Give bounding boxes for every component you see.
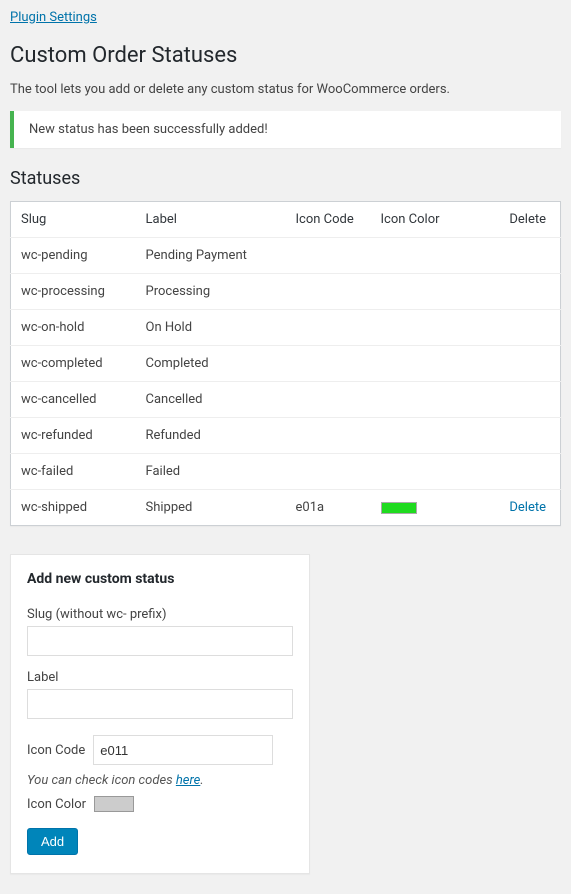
cell-slug: wc-processing [11,274,136,310]
success-notice: New status has been successfully added! [10,111,561,148]
cell-icon-code [286,274,371,310]
cell-icon-color [371,346,456,382]
plugin-settings-link[interactable]: Plugin Settings [10,10,97,25]
cell-slug: wc-cancelled [11,382,136,418]
cell-label: Failed [136,454,286,490]
table-row: wc-failedFailed [11,454,561,490]
cell-delete [456,346,561,382]
cell-label: Refunded [136,418,286,454]
table-row: wc-cancelledCancelled [11,382,561,418]
cell-icon-color [371,490,456,526]
cell-delete [456,382,561,418]
table-row: wc-pendingPending Payment [11,238,561,274]
page-title: Custom Order Statuses [10,43,561,68]
add-button[interactable]: Add [27,828,78,855]
cell-icon-code [286,310,371,346]
table-row: wc-completedCompleted [11,346,561,382]
icon-code-label: Icon Code [27,743,85,758]
cell-icon-color [371,418,456,454]
cell-icon-code [286,382,371,418]
cell-slug: wc-shipped [11,490,136,526]
cell-delete [456,418,561,454]
label-input[interactable] [27,689,293,719]
cell-delete [456,454,561,490]
cell-icon-code [286,346,371,382]
cell-icon-color [371,274,456,310]
label-label: Label [27,670,293,685]
table-row: wc-processingProcessing [11,274,561,310]
cell-icon-color [371,238,456,274]
cell-slug: wc-on-hold [11,310,136,346]
statuses-heading: Statuses [10,168,561,189]
icon-code-input[interactable] [93,735,273,765]
table-row: wc-refundedRefunded [11,418,561,454]
cell-label: Shipped [136,490,286,526]
cell-delete [456,238,561,274]
page-description: The tool lets you add or delete any cust… [10,82,561,97]
cell-slug: wc-failed [11,454,136,490]
table-row: wc-shippedShippede01a Delete [11,490,561,526]
cell-label: Cancelled [136,382,286,418]
cell-label: Processing [136,274,286,310]
icon-color-input[interactable] [94,796,134,812]
statuses-table: Slug Label Icon Code Icon Color Delete w… [10,201,561,526]
icon-codes-hint: You can check icon codes here. [27,773,293,788]
icon-codes-link[interactable]: here [176,773,200,788]
cell-label: Pending Payment [136,238,286,274]
col-header-label: Label [136,202,286,238]
cell-slug: wc-refunded [11,418,136,454]
delete-link[interactable]: Delete [509,500,546,515]
cell-icon-code: e01a [286,490,371,526]
add-status-heading: Add new custom status [27,571,293,587]
cell-label: On Hold [136,310,286,346]
icon-color-label: Icon Color [27,797,86,812]
cell-icon-code [286,418,371,454]
cell-delete [456,310,561,346]
table-row: wc-on-holdOn Hold [11,310,561,346]
col-header-slug: Slug [11,202,136,238]
slug-label: Slug (without wc- prefix) [27,607,293,622]
cell-icon-code [286,238,371,274]
add-status-panel: Add new custom status Slug (without wc- … [10,554,310,874]
col-header-icon-code: Icon Code [286,202,371,238]
cell-slug: wc-completed [11,346,136,382]
cell-label: Completed [136,346,286,382]
col-header-delete: Delete [456,202,561,238]
cell-icon-color [371,454,456,490]
cell-slug: wc-pending [11,238,136,274]
cell-icon-color [371,310,456,346]
slug-input[interactable] [27,626,293,656]
col-header-icon-color: Icon Color [371,202,456,238]
cell-delete: Delete [456,490,561,526]
cell-icon-code [286,454,371,490]
cell-icon-color [371,382,456,418]
cell-delete [456,274,561,310]
color-swatch [381,502,417,514]
